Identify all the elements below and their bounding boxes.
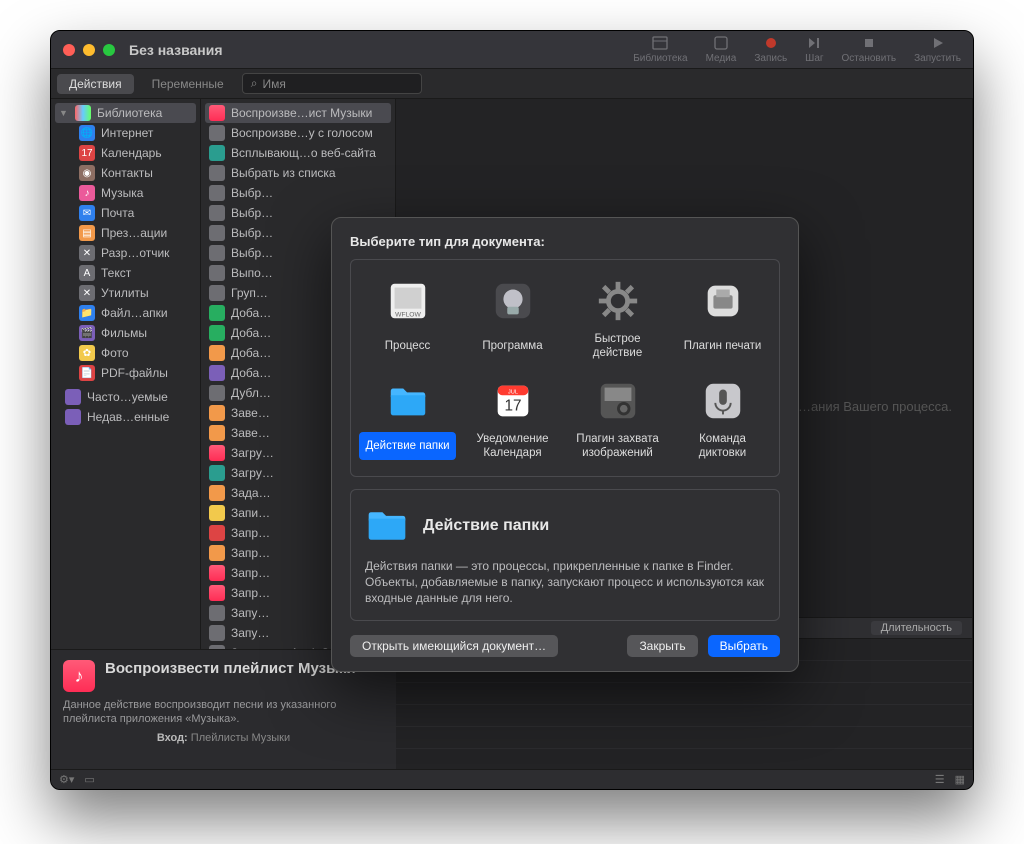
desc-title: Действие папки <box>423 517 549 535</box>
svg-text:17: 17 <box>504 398 521 415</box>
document-type-grid: WFLOW Процесс Программа Быстрое действие Пла… <box>350 259 780 477</box>
doc-type-option[interactable]: Плагин захвата изображений <box>567 370 668 466</box>
doc-type-icon <box>383 376 433 426</box>
svg-text:JUL: JUL <box>507 389 517 395</box>
doc-type-option[interactable]: Команда диктовки <box>672 370 773 466</box>
automator-window: Без названия Библиотека Медиа Запись Шаг… <box>50 30 974 790</box>
doc-type-icon <box>698 376 748 426</box>
doc-type-label: Уведомление Календаря <box>464 432 561 460</box>
doc-type-option[interactable]: Плагин печати <box>672 270 773 366</box>
desc-text: Действия папки — это процессы, прикрепле… <box>365 558 765 606</box>
doc-type-icon <box>593 376 643 426</box>
doc-type-option[interactable]: JUL 17 Уведомление Календаря <box>462 370 563 466</box>
doc-type-option[interactable]: WFLOW Процесс <box>357 270 458 366</box>
doc-type-option[interactable]: Действие папки <box>357 370 458 466</box>
folder-icon <box>365 504 409 548</box>
doc-type-label: Плагин захвата изображений <box>569 432 666 460</box>
dialog-title: Выберите тип для документа: <box>350 234 780 249</box>
doc-type-icon: WFLOW <box>383 276 433 326</box>
svg-text:WFLOW: WFLOW <box>395 311 421 318</box>
doc-type-label: Программа <box>480 332 544 360</box>
doc-type-icon <box>488 276 538 326</box>
doc-type-option[interactable]: Быстрое действие <box>567 270 668 366</box>
doc-type-label: Команда диктовки <box>674 432 771 460</box>
close-button[interactable]: Закрыть <box>627 635 697 657</box>
document-type-description: Действие папки Действия папки — это проц… <box>350 489 780 621</box>
doc-type-label: Быстрое действие <box>569 332 666 360</box>
open-existing-button[interactable]: Открыть имеющийся документ… <box>350 635 558 657</box>
choose-button[interactable]: Выбрать <box>708 635 780 657</box>
doc-type-icon <box>593 276 643 326</box>
doc-type-icon <box>698 276 748 326</box>
doc-type-option[interactable]: Программа <box>462 270 563 366</box>
doc-type-label: Процесс <box>383 332 432 360</box>
doc-type-label: Действие папки <box>359 432 455 460</box>
document-type-dialog: Выберите тип для документа: WFLOW Процесс… <box>331 217 799 672</box>
doc-type-icon: JUL 17 <box>488 376 538 426</box>
doc-type-label: Плагин печати <box>682 332 764 360</box>
